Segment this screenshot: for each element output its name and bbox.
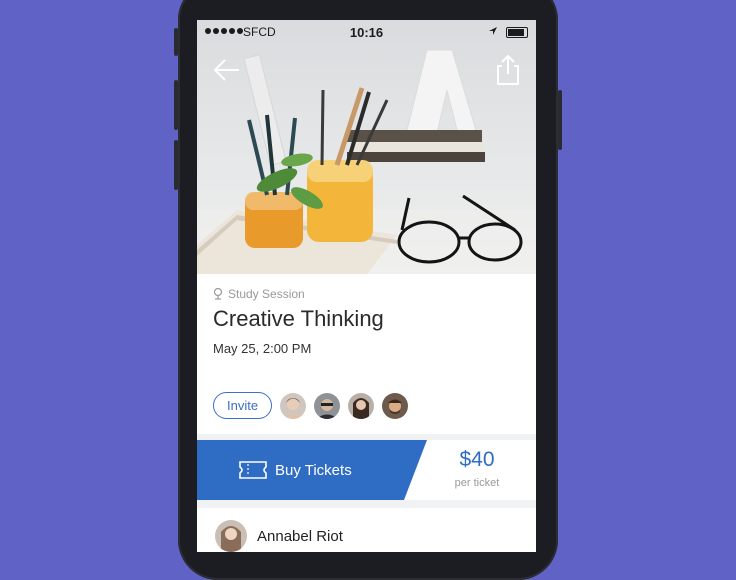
study-session-icon: [213, 288, 223, 300]
location-arrow-icon: [489, 27, 497, 35]
host-name: Annabel Riot: [257, 527, 343, 545]
back-arrow-icon[interactable]: [211, 54, 243, 86]
attendee-avatar[interactable]: [382, 392, 409, 419]
attendee-avatar[interactable]: [348, 392, 375, 419]
attendee-avatar[interactable]: [314, 392, 341, 419]
invite-button[interactable]: Invite: [213, 392, 273, 419]
event-category-label: Study Session: [228, 287, 305, 301]
event-datetime: May 25, 2:00 PM: [213, 341, 312, 356]
ticket-price: $40: [459, 448, 495, 471]
buy-tickets-label: Buy Tickets: [275, 461, 352, 479]
battery-icon: [506, 27, 528, 38]
app-screen: SFCD 10:16 Study Session Creative Thinki…: [197, 20, 536, 552]
mute-switch: [174, 28, 178, 56]
share-icon[interactable]: [494, 54, 522, 86]
buy-tickets-button[interactable]: Buy Tickets: [197, 440, 427, 500]
host-row[interactable]: Annabel Riot: [215, 520, 343, 552]
attendee-avatar[interactable]: [280, 392, 307, 419]
ticket-price-unit: per ticket: [454, 477, 500, 489]
attendees-row: Invite: [213, 392, 409, 419]
event-title: Creative Thinking: [213, 306, 384, 331]
status-bar: SFCD 10:16: [197, 20, 536, 44]
ticket-bar: Buy Tickets $40 per ticket: [197, 440, 536, 500]
section-divider: [197, 500, 536, 508]
event-hero-image: SFCD 10:16: [197, 20, 536, 274]
power-button: [558, 90, 562, 150]
desk-photo-illustration: [197, 49, 536, 274]
ticket-icon: [239, 461, 267, 479]
host-avatar: [215, 520, 247, 552]
volume-down-button: [174, 140, 178, 190]
status-time: 10:16: [349, 25, 384, 40]
event-category: Study Session: [213, 287, 305, 301]
volume-up-button: [174, 80, 178, 130]
